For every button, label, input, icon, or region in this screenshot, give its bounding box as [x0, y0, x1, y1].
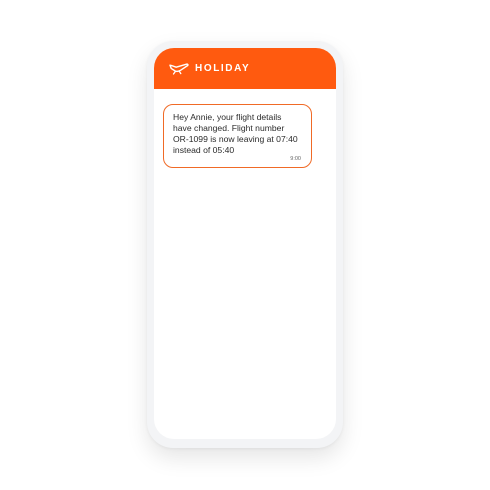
message-timestamp: 9:00 — [290, 156, 301, 162]
app-header: HOLIDAY — [154, 48, 336, 89]
message-bubble[interactable]: Hey Annie, your flight details have chan… — [163, 104, 312, 168]
stage: HOLIDAY Hey Annie, your flight details h… — [0, 0, 490, 490]
phone-frame: HOLIDAY Hey Annie, your flight details h… — [147, 41, 343, 448]
message-text: Hey Annie, your flight details have chan… — [173, 112, 298, 155]
phone-screen: HOLIDAY Hey Annie, your flight details h… — [154, 48, 336, 439]
plane-logo-icon — [169, 63, 189, 75]
brand-name: HOLIDAY — [195, 62, 251, 74]
